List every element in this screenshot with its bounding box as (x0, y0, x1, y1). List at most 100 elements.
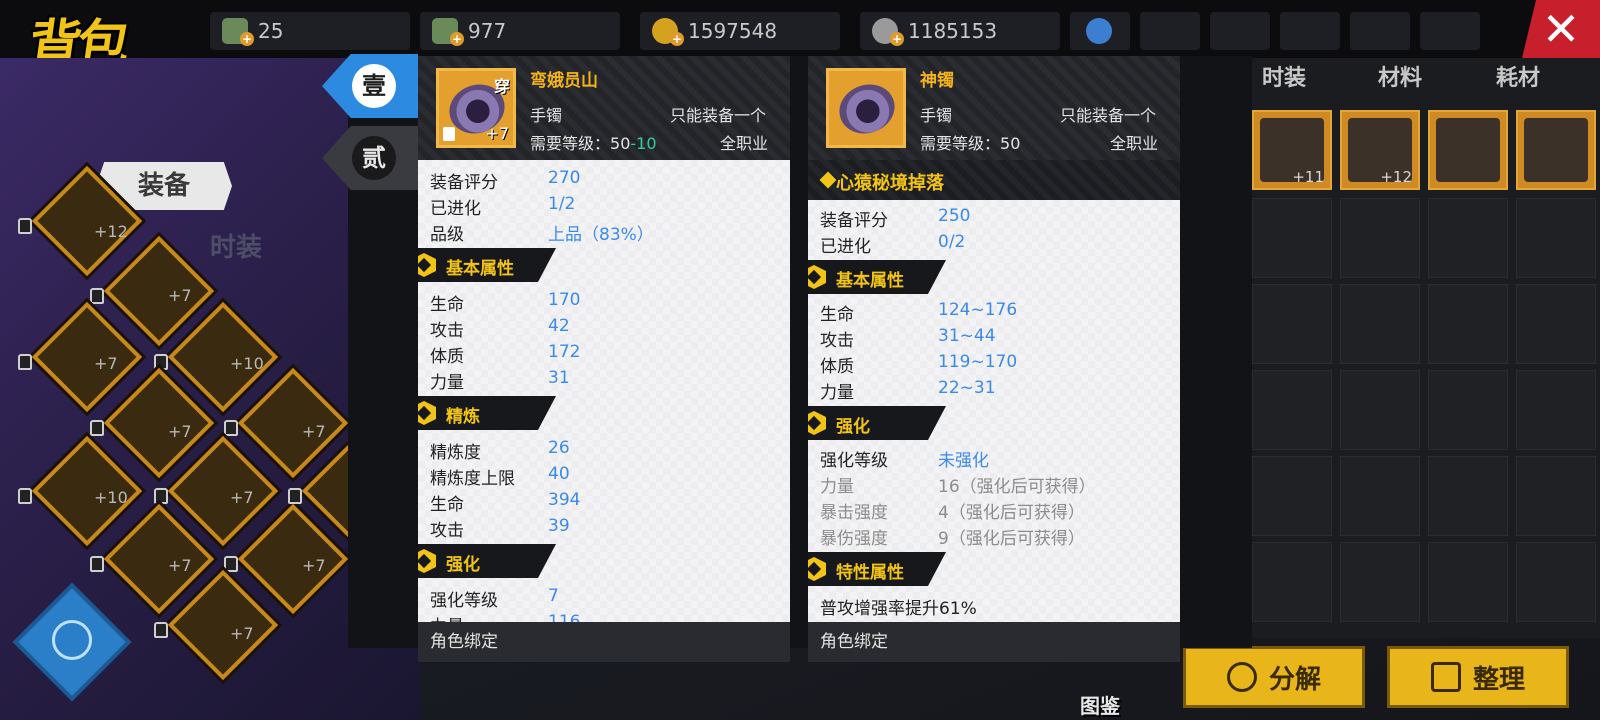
trait-text: 普攻增强率提升61% (820, 599, 977, 619)
required-level: 需要等级：50 (920, 130, 1020, 154)
menu-icon (1086, 18, 1112, 44)
inventory-slot[interactable] (1428, 542, 1508, 622)
top-slot (1420, 12, 1480, 50)
currency-banknote[interactable]: + 25 (210, 12, 410, 50)
stat-key: 强化等级 (820, 451, 888, 471)
stat-key: 装备评分 (820, 211, 888, 231)
inventory-item[interactable]: +12 (1340, 110, 1420, 190)
inventory-slot[interactable] (1340, 370, 1420, 450)
sort-button[interactable]: 整理 (1387, 646, 1569, 708)
lock-icon (90, 288, 104, 304)
stat-value: 124~176 (938, 300, 1018, 320)
menu-button[interactable] (1070, 12, 1130, 50)
slot-level: +10 (230, 354, 264, 373)
stat-key: 体质 (430, 347, 464, 367)
top-slot (1140, 12, 1200, 50)
top-slot (1210, 12, 1270, 50)
stat-key: 力量 (820, 383, 854, 403)
stat-key: 精炼度上限 (430, 469, 515, 489)
inventory-slot[interactable] (1252, 456, 1332, 536)
medkit-icon (52, 620, 92, 660)
lock-icon (154, 488, 168, 504)
stat-row: 力量 22~31 (820, 378, 1170, 403)
enhance-level: +7 (485, 124, 509, 143)
item-icon-frame[interactable] (826, 68, 906, 148)
stat-key: 攻击 (430, 321, 464, 341)
stat-value: 7 (548, 586, 559, 606)
inventory-slot[interactable] (1340, 198, 1420, 278)
inventory-slot[interactable] (1516, 370, 1596, 450)
req-level-modifier: -10 (630, 134, 657, 153)
add-currency-icon[interactable]: + (670, 32, 684, 46)
stat-key: 力量 (820, 477, 854, 497)
stat-key: 体质 (820, 357, 854, 377)
inventory-slot[interactable] (1252, 284, 1332, 364)
top-slot (1350, 12, 1410, 50)
inventory-slot[interactable] (1428, 370, 1508, 450)
stat-value: 170 (548, 290, 581, 310)
stat-key: 品级 (430, 225, 464, 245)
inventory-slot[interactable] (1340, 456, 1420, 536)
currency-silver[interactable]: + 1185153 (860, 12, 1060, 50)
stat-row: 装备评分 250 (820, 206, 1170, 231)
slot-level: +7 (230, 624, 254, 643)
close-button[interactable]: ✕ (1522, 0, 1600, 58)
inventory-item[interactable]: +11 (1252, 110, 1332, 190)
inventory-slot[interactable] (1516, 284, 1596, 364)
stat-row: 体质 119~170 (820, 352, 1170, 377)
stat-key: 攻击 (820, 331, 854, 351)
inventory-slot[interactable] (1252, 370, 1332, 450)
inventory-item[interactable] (1428, 110, 1508, 190)
slot-level: +10 (94, 488, 128, 507)
stat-value: 42 (548, 316, 570, 336)
inventory-slot[interactable] (1428, 198, 1508, 278)
sort-label: 整理 (1472, 664, 1525, 695)
item-icon-frame[interactable]: 穿 +7 (436, 68, 516, 148)
currency-gold[interactable]: + 1597548 (640, 12, 840, 50)
currency-value: 1185153 (908, 19, 998, 43)
inventory-slot[interactable] (1428, 284, 1508, 364)
class-restriction: 全职业 (720, 134, 769, 153)
lock-icon (443, 127, 455, 141)
currency-banknote-stack[interactable]: + 977 (420, 12, 620, 50)
stat-row: 攻击 39 (430, 516, 780, 541)
inventory-slot[interactable] (1516, 542, 1596, 622)
tab-consumables[interactable]: 耗材 (1496, 60, 1540, 92)
stat-key: 生命 (430, 295, 464, 315)
stat-row: 体质 172 (430, 342, 780, 367)
section-header: 强化 (418, 544, 556, 578)
inventory-slot[interactable] (1252, 198, 1332, 278)
codex-button[interactable]: 图鉴 (1080, 690, 1120, 719)
stat-row: 已进化 1/2 (430, 194, 780, 219)
add-currency-icon[interactable]: + (450, 32, 464, 46)
currency-value: 1597548 (688, 19, 778, 43)
inventory-slot[interactable] (1516, 198, 1596, 278)
stat-row: 攻击 31~44 (820, 326, 1170, 351)
hexagon-icon (808, 265, 826, 289)
tab-fashion-right[interactable]: 时装 (1262, 60, 1306, 92)
top-bar: 背包 + 25 + 977 + 1597548 + 1185153 ✕ (0, 0, 1600, 75)
decompose-button[interactable]: 分解 (1183, 646, 1365, 708)
currency-value: 25 (258, 19, 284, 43)
tab-materials[interactable]: 材料 (1378, 60, 1422, 92)
page-2-label: 贰 (352, 136, 396, 180)
stat-key: 生命 (820, 305, 854, 325)
inventory-slot[interactable] (1252, 542, 1332, 622)
page-1-label: 壹 (352, 64, 396, 108)
inventory-slot[interactable] (1340, 542, 1420, 622)
stat-row: 力量 31 (430, 368, 780, 393)
inventory-slot[interactable] (1428, 456, 1508, 536)
stat-key: 力量 (430, 373, 464, 393)
inventory-item[interactable] (1516, 110, 1596, 190)
lock-icon (288, 488, 302, 504)
inventory-slot[interactable] (1340, 284, 1420, 364)
stat-value: 26 (548, 438, 570, 458)
section-title: 强化 (446, 555, 480, 575)
close-icon: ✕ (1541, 2, 1581, 56)
stat-value: 116 (548, 612, 581, 622)
add-currency-icon[interactable]: + (890, 32, 904, 46)
inventory-slot[interactable] (1516, 456, 1596, 536)
add-currency-icon[interactable]: + (240, 32, 254, 46)
req-level-label: 需要等级： (920, 134, 1001, 153)
stat-row: 强化等级 未强化 (820, 446, 1170, 471)
